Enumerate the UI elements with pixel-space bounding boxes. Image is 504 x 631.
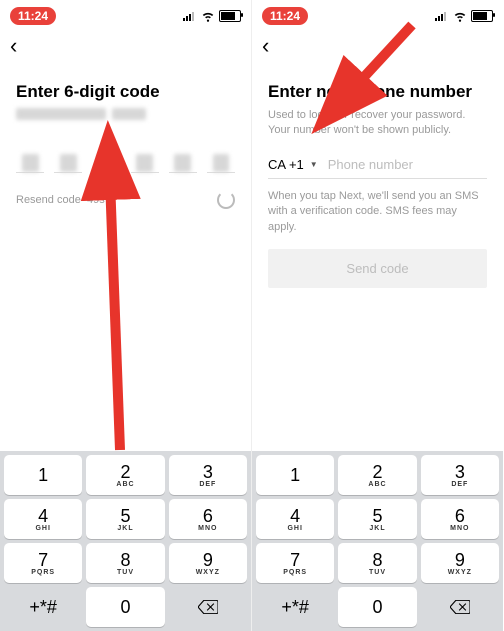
back-button[interactable]: ‹ bbox=[262, 33, 269, 59]
nav-row: ‹ bbox=[252, 28, 503, 64]
key-0[interactable]: 0 bbox=[338, 587, 416, 627]
key-9[interactable]: 9WXYZ bbox=[169, 543, 247, 583]
key-symbols[interactable]: +*# bbox=[256, 587, 334, 627]
cellular-icon bbox=[183, 11, 197, 21]
wifi-icon bbox=[201, 9, 215, 23]
key-1[interactable]: 1 bbox=[4, 455, 82, 495]
key-4[interactable]: 4GHI bbox=[4, 499, 82, 539]
backspace-icon bbox=[450, 600, 470, 614]
key-8[interactable]: 8TUV bbox=[86, 543, 164, 583]
page-title: Enter new phone number bbox=[268, 82, 487, 102]
code-digit[interactable] bbox=[92, 138, 120, 173]
key-6[interactable]: 6MNO bbox=[169, 499, 247, 539]
key-5[interactable]: 5JKL bbox=[86, 499, 164, 539]
chevron-down-icon[interactable]: ▼ bbox=[310, 160, 318, 169]
cellular-icon bbox=[435, 11, 449, 21]
status-bar: 11:24 bbox=[252, 0, 503, 28]
send-code-button[interactable]: Send code bbox=[268, 249, 487, 288]
screen-enter-code: 11:24 ‹ Enter 6-digit code Resend code 4… bbox=[0, 0, 253, 631]
status-time-pill: 11:24 bbox=[262, 7, 308, 25]
sms-info: When you tap Next, we'll send you an SMS… bbox=[268, 189, 487, 235]
key-7[interactable]: 7PQRS bbox=[256, 543, 334, 583]
backspace-icon bbox=[198, 600, 218, 614]
resend-row: Resend code 49s bbox=[16, 191, 235, 209]
status-bar: 11:24 bbox=[0, 0, 251, 28]
content: Enter 6-digit code Resend code 49s bbox=[0, 64, 251, 215]
key-5[interactable]: 5JKL bbox=[338, 499, 416, 539]
code-digit[interactable] bbox=[207, 138, 235, 173]
code-digit[interactable] bbox=[16, 138, 44, 173]
back-button[interactable]: ‹ bbox=[10, 33, 17, 59]
content: Enter new phone number Used to log in or… bbox=[252, 64, 503, 294]
key-1[interactable]: 1 bbox=[256, 455, 334, 495]
subtitle-redacted bbox=[16, 108, 235, 120]
nav-row: ‹ bbox=[0, 28, 251, 64]
numeric-keypad: 1 2ABC 3DEF 4GHI 5JKL 6MNO 7PQRS 8TUV 9W… bbox=[0, 451, 251, 631]
key-7[interactable]: 7PQRS bbox=[4, 543, 82, 583]
resend-countdown: 49s bbox=[87, 194, 105, 206]
wifi-icon bbox=[453, 9, 467, 23]
key-6[interactable]: 6MNO bbox=[421, 499, 499, 539]
key-symbols[interactable]: +*# bbox=[4, 587, 82, 627]
battery-icon bbox=[471, 10, 493, 22]
phone-field[interactable]: CA +1 ▼ Phone number bbox=[268, 157, 487, 179]
key-4[interactable]: 4GHI bbox=[256, 499, 334, 539]
status-time-pill: 11:24 bbox=[10, 7, 56, 25]
key-backspace[interactable] bbox=[169, 587, 247, 627]
key-8[interactable]: 8TUV bbox=[338, 543, 416, 583]
battery-icon bbox=[219, 10, 241, 22]
status-icons bbox=[435, 9, 493, 23]
refresh-icon[interactable] bbox=[217, 191, 235, 209]
code-digit[interactable] bbox=[54, 138, 82, 173]
key-backspace[interactable] bbox=[421, 587, 499, 627]
key-3[interactable]: 3DEF bbox=[169, 455, 247, 495]
key-2[interactable]: 2ABC bbox=[338, 455, 416, 495]
code-digit[interactable] bbox=[131, 138, 159, 173]
screen-enter-phone: 11:24 ‹ Enter new phone number Used to l… bbox=[252, 0, 503, 631]
country-code[interactable]: CA +1 bbox=[268, 157, 304, 172]
page-subtitle: Used to log in or recover your password.… bbox=[268, 108, 487, 139]
numeric-keypad: 1 2ABC 3DEF 4GHI 5JKL 6MNO 7PQRS 8TUV 9W… bbox=[252, 451, 503, 631]
phone-input[interactable]: Phone number bbox=[328, 157, 413, 172]
key-9[interactable]: 9WXYZ bbox=[421, 543, 499, 583]
code-input-row[interactable] bbox=[16, 138, 235, 173]
key-0[interactable]: 0 bbox=[86, 587, 164, 627]
code-digit[interactable] bbox=[169, 138, 197, 173]
page-title: Enter 6-digit code bbox=[16, 82, 235, 102]
status-icons bbox=[183, 9, 241, 23]
resend-label: Resend code 49s bbox=[16, 194, 105, 206]
key-2[interactable]: 2ABC bbox=[86, 455, 164, 495]
key-3[interactable]: 3DEF bbox=[421, 455, 499, 495]
